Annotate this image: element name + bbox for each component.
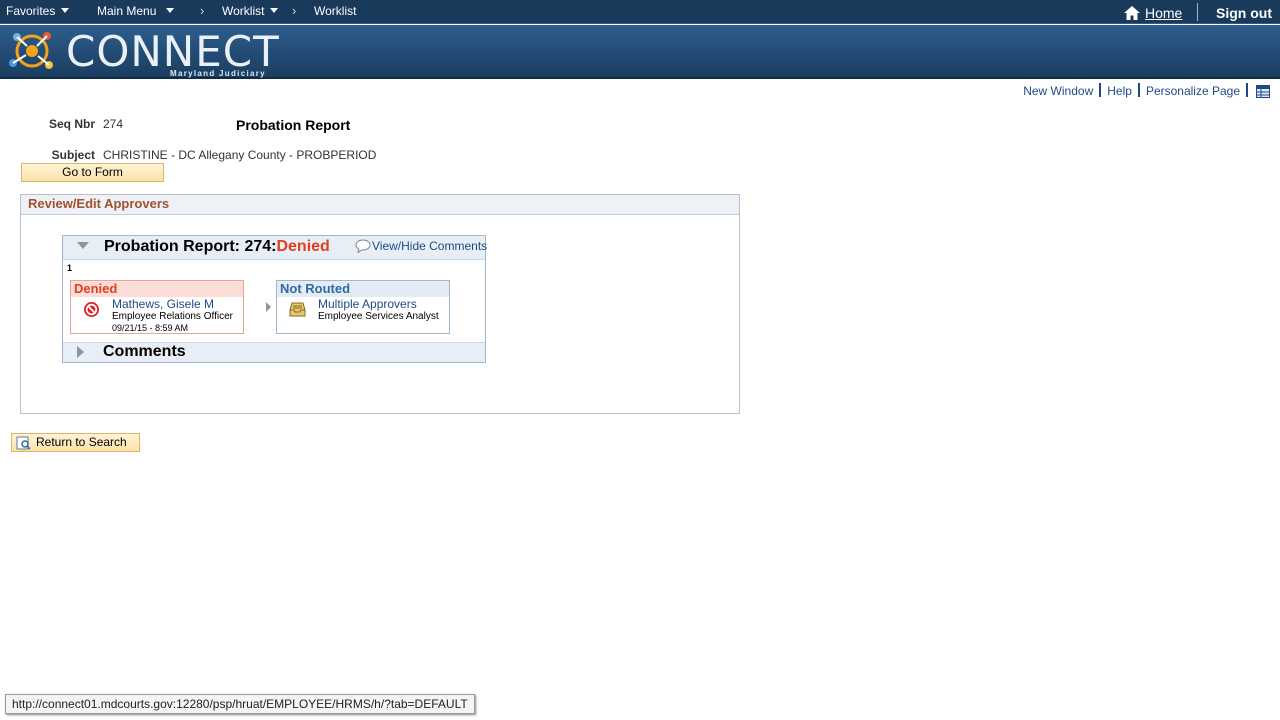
divider [1246, 83, 1248, 97]
divider [1197, 3, 1198, 21]
inbox-icon [289, 302, 306, 320]
approval-chain: Probation Report: 274:Denied View/Hide C… [62, 235, 488, 363]
breadcrumb-worklist-label: Worklist [222, 4, 265, 18]
approval-header: Probation Report: 274:Denied View/Hide C… [63, 236, 488, 260]
approval-status: Denied [276, 238, 330, 255]
breadcrumb-separator-icon: › [200, 3, 205, 18]
comments-section[interactable]: Comments [63, 342, 485, 362]
page-links: New Window Help Personalize Page [1023, 83, 1270, 101]
help-link[interactable]: Help [1107, 84, 1132, 98]
connect-logo-icon [3, 27, 61, 80]
approver-role: Employee Relations Officer [112, 311, 233, 322]
approval-title-text: Probation Report: 274: [104, 238, 277, 255]
personalize-page-link[interactable]: Personalize Page [1146, 84, 1240, 98]
approver-step-denied: Denied Mathews, Gisele M Employee Relati… [70, 280, 244, 334]
top-nav-bar: Favorites Main Menu › Worklist › Worklis… [0, 0, 1280, 24]
chevron-down-icon [61, 8, 70, 13]
breadcrumb-worklist-menu[interactable]: Worklist [222, 4, 279, 18]
approver-name-link[interactable]: Mathews, Gisele M [112, 297, 214, 311]
step-status: Denied [71, 281, 243, 297]
personalize-grid-icon[interactable] [1256, 85, 1270, 101]
view-hide-comments-label: View/Hide Comments [372, 239, 488, 253]
favorites-label: Favorites [6, 4, 56, 18]
main-menu-label: Main Menu [97, 4, 157, 18]
status-bar-url: http://connect01.mdcourts.gov:12280/psp/… [5, 694, 475, 714]
collapse-triangle-icon[interactable] [77, 242, 89, 249]
page-title: Probation Report [236, 117, 351, 133]
sign-out-link[interactable]: Sign out [1216, 5, 1272, 21]
seq-nbr-value: 274 [103, 117, 124, 131]
approval-title: Probation Report: 274:Denied [104, 238, 330, 256]
new-window-link[interactable]: New Window [1023, 84, 1093, 98]
approver-name-link[interactable]: Multiple Approvers [318, 297, 417, 311]
subject-label: Subject [51, 148, 95, 162]
approver-role: Employee Services Analyst [318, 311, 439, 322]
go-to-form-button[interactable]: Go to Form [21, 163, 164, 182]
home-link[interactable]: Home [1145, 5, 1182, 21]
chevron-down-icon [270, 8, 279, 13]
expand-triangle-icon[interactable] [77, 346, 84, 358]
logo-subtitle: Maryland Judiciary [170, 69, 266, 78]
approver-step-not-routed: Not Routed Multiple Approvers Employee S… [276, 280, 450, 334]
approval-date: 09/21/15 - 8:59 AM [112, 323, 189, 333]
subject-value: CHRISTINE - DC Allegany County - PROBPER… [103, 148, 377, 162]
step-status: Not Routed [277, 281, 449, 297]
favorites-menu[interactable]: Favorites [6, 4, 70, 18]
home-icon[interactable] [1124, 6, 1140, 23]
return-search-icon [16, 436, 32, 454]
banner: CONNECT Maryland Judiciary [0, 25, 1280, 79]
comments-label: Comments [103, 343, 186, 360]
arrow-right-icon [266, 302, 271, 312]
view-hide-comments-link[interactable]: View/Hide Comments [355, 239, 488, 256]
comment-bubble-icon [355, 239, 371, 256]
review-edit-approvers-title: Review/Edit Approvers [21, 195, 739, 215]
main-menu[interactable]: Main Menu [97, 4, 175, 18]
return-to-search-button[interactable]: Return to Search [11, 433, 140, 452]
divider [1099, 83, 1102, 97]
chevron-down-icon [166, 8, 175, 13]
return-to-search-label: Return to Search [36, 435, 127, 449]
divider [1137, 83, 1140, 97]
denied-icon [83, 301, 100, 321]
step-number: 1 [67, 263, 73, 273]
seq-nbr-label: Seq Nbr [48, 117, 95, 131]
breadcrumb-worklist[interactable]: Worklist [314, 4, 356, 18]
breadcrumb-separator-icon: › [292, 3, 297, 18]
